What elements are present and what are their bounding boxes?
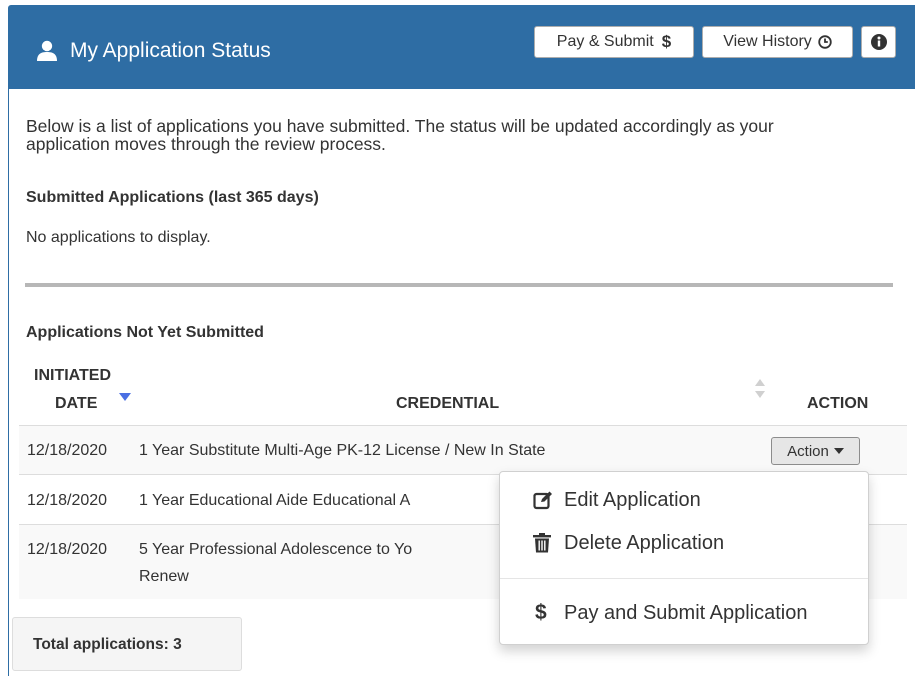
caret-down-icon [833, 448, 844, 454]
pay-submit-button[interactable]: Pay & Submit $ [534, 26, 694, 58]
column-header-date[interactable]: DATE [55, 395, 97, 413]
user-icon [37, 40, 57, 61]
pay-submit-application-label: Pay and Submit Application [564, 601, 808, 624]
row-date: 12/18/2020 [27, 492, 108, 509]
trash-icon [533, 533, 551, 553]
intro-text: Below is a list of applications you have… [26, 116, 774, 154]
menu-item-edit-application[interactable]: Edit Application [500, 482, 868, 518]
section-divider [25, 283, 893, 287]
row-credential: 1 Year Educational Aide Educational A [139, 492, 411, 509]
action-button-label: Action [787, 442, 829, 460]
edit-icon [533, 490, 553, 510]
row-credential-continued: Renew [139, 568, 189, 585]
info-button[interactable] [861, 26, 896, 58]
panel-header: My Application Status Pay & Submit $ Vie… [8, 5, 915, 89]
no-applications-text: No applications to display. [26, 229, 211, 246]
edit-application-label: Edit Application [564, 488, 701, 511]
delete-application-label: Delete Application [564, 531, 725, 554]
row-credential: 5 Year Professional Adolescence to Yo [139, 541, 413, 558]
page-title-text: My Application Status [70, 39, 271, 62]
menu-item-pay-submit-application[interactable]: $ Pay and Submit Application [500, 595, 868, 631]
submitted-section-title: Submitted Applications (last 365 days) [26, 189, 319, 206]
unsubmitted-section-title: Applications Not Yet Submitted [26, 324, 264, 341]
column-header-initiated[interactable]: INITIATED [34, 367, 111, 385]
action-dropdown-button[interactable]: Action [771, 437, 860, 465]
column-header-credential[interactable]: CREDENTIAL [396, 395, 499, 413]
panel-border [8, 89, 9, 676]
view-history-button[interactable]: View History [702, 26, 853, 58]
clock-icon [818, 35, 832, 49]
sort-desc-icon[interactable] [119, 393, 131, 402]
total-applications-label: Total applications: 3 [33, 636, 182, 653]
column-header-initiated-line1: INITIATED [34, 367, 112, 384]
dollar-icon: $ [535, 601, 547, 624]
info-icon [870, 34, 887, 50]
column-header-date-line2: DATE [55, 395, 98, 412]
row-date: 12/18/2020 [27, 541, 108, 558]
page-title: My Application Status [36, 37, 271, 65]
action-dropdown-menu: Edit Application Delete Application $ Pa… [499, 471, 869, 645]
row-date: 12/18/2020 [27, 442, 108, 459]
row-credential: 1 Year Substitute Multi-Age PK-12 Licens… [139, 442, 546, 459]
sort-both-icon[interactable] [755, 377, 765, 401]
total-applications-box: Total applications: 3 [12, 617, 242, 671]
dollar-icon: $ [661, 32, 672, 51]
menu-item-delete-application[interactable]: Delete Application [500, 525, 868, 561]
menu-divider [500, 578, 868, 579]
column-header-action: ACTION [807, 395, 869, 412]
view-history-label: View History [723, 33, 812, 50]
pay-submit-label: Pay & Submit [556, 33, 654, 50]
